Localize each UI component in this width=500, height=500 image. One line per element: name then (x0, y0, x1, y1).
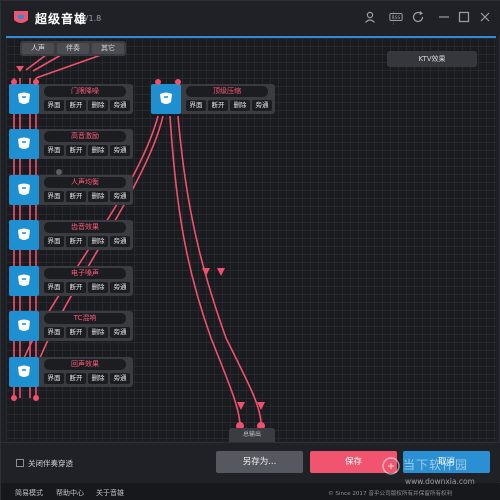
node-delete-button[interactable]: 删除 (88, 373, 108, 384)
close-icon[interactable] (478, 10, 492, 24)
node-delete-button[interactable]: 删除 (88, 236, 108, 247)
input-other[interactable]: 其它 (92, 43, 124, 54)
node-disconnect-button[interactable]: 断开 (66, 191, 86, 202)
node-disconnect-button[interactable]: 断开 (208, 100, 228, 111)
node-ui-button[interactable]: 界面 (44, 236, 64, 247)
save-as-button[interactable]: 另存为... (216, 451, 303, 473)
node-delete-button[interactable]: 删除 (88, 282, 108, 293)
bottom-bar: 关闭伴奏穿透 另存为... 保存 取消 (1, 442, 500, 482)
about-link[interactable]: 关于音雄 (96, 488, 124, 498)
effect-icon (9, 129, 39, 159)
node-bypass-button[interactable]: 旁通 (110, 100, 130, 111)
node-delete-button[interactable]: 删除 (88, 145, 108, 156)
master-output[interactable]: 总输出 (229, 428, 275, 442)
effect-icon (9, 84, 39, 114)
svg-text:RSS: RSS (392, 15, 401, 21)
ktv-effect-button[interactable]: KTV效果 (387, 51, 477, 67)
node-output-port[interactable] (11, 395, 17, 401)
app-window: 超级音雄 V1.8 RSS 人声 伴奏 其它 KTV效果 门限降噪 界面 断开 … (0, 0, 500, 500)
node-bypass-button[interactable]: 旁通 (110, 373, 130, 384)
node-title: 顶级压缩 (186, 86, 268, 97)
node-ui-button[interactable]: 界面 (44, 327, 64, 338)
effect-node-tc-reverb[interactable]: TC混响 界面 断开 删除 旁通 (9, 311, 133, 341)
accompaniment-passthrough-checkbox[interactable] (16, 459, 24, 467)
app-title: 超级音雄 (35, 12, 88, 26)
node-ui-button[interactable]: 界面 (44, 373, 64, 384)
effect-icon (9, 311, 39, 341)
node-bypass-button[interactable]: 旁通 (110, 236, 130, 247)
effect-node-echo[interactable]: 回声效果 界面 断开 删除 旁通 (9, 357, 133, 387)
effect-icon (9, 220, 39, 250)
node-disconnect-button[interactable]: 断开 (66, 145, 86, 156)
node-ui-button[interactable]: 界面 (44, 191, 64, 202)
user-icon[interactable] (363, 10, 377, 24)
node-title: 齿音效果 (44, 222, 126, 233)
effect-node-noise-gate[interactable]: 门限降噪 界面 断开 删除 旁通 (9, 84, 133, 114)
effect-node-deesser[interactable]: 齿音效果 界面 断开 删除 旁通 (9, 220, 133, 250)
cancel-button[interactable]: 取消 (403, 451, 490, 473)
title-bar: 超级音雄 V1.8 RSS (1, 1, 500, 35)
maximize-icon[interactable] (457, 10, 471, 24)
node-delete-button[interactable]: 删除 (88, 327, 108, 338)
node-bypass-button[interactable]: 旁通 (110, 282, 130, 293)
app-version: V1.8 (83, 14, 102, 23)
simple-mode-link[interactable]: 简易模式 (15, 488, 43, 498)
effect-node-vocal-eq[interactable]: 人声均衡 界面 断开 删除 旁通 (9, 175, 133, 205)
node-output-port[interactable] (33, 395, 39, 401)
save-button[interactable]: 保存 (310, 451, 397, 473)
node-title: 人声均衡 (44, 177, 126, 188)
input-sources: 人声 伴奏 其它 (20, 41, 126, 56)
help-center-link[interactable]: 帮助中心 (56, 488, 84, 498)
effect-node-electronic-voice[interactable]: 电子嗓声 界面 断开 删除 旁通 (9, 266, 133, 296)
node-input-port[interactable] (11, 79, 17, 85)
effect-icon (151, 84, 181, 114)
effect-icon (9, 357, 39, 387)
node-ui-button[interactable]: 界面 (186, 100, 206, 111)
node-title: 高音激励 (44, 131, 126, 142)
input-accompaniment[interactable]: 伴奏 (57, 43, 89, 54)
minimize-icon[interactable] (437, 10, 451, 24)
node-delete-button[interactable]: 删除 (88, 100, 108, 111)
node-disconnect-button[interactable]: 断开 (66, 100, 86, 111)
node-title: 门限降噪 (44, 86, 126, 97)
refresh-icon[interactable] (411, 10, 425, 24)
node-disconnect-button[interactable]: 断开 (66, 327, 86, 338)
footer: 简易模式 帮助中心 关于音雄 © Since 2017 音乎公司版权所有并保留所… (1, 483, 500, 500)
node-title: 电子嗓声 (44, 268, 126, 279)
effect-icon (9, 266, 39, 296)
node-bypass-button[interactable]: 旁通 (110, 327, 130, 338)
node-bypass-button[interactable]: 旁通 (252, 100, 272, 111)
node-bypass-button[interactable]: 旁通 (110, 191, 130, 202)
node-title: TC混响 (44, 313, 126, 324)
node-ui-button[interactable]: 界面 (44, 282, 64, 293)
node-disconnect-button[interactable]: 断开 (66, 282, 86, 293)
node-ui-button[interactable]: 界面 (44, 145, 64, 156)
node-title: 回声效果 (44, 359, 126, 370)
effect-node-exciter[interactable]: 高音激励 界面 断开 删除 旁通 (9, 129, 133, 159)
node-delete-button[interactable]: 删除 (230, 100, 250, 111)
node-input-port[interactable] (33, 79, 39, 85)
node-delete-button[interactable]: 删除 (88, 191, 108, 202)
effect-canvas[interactable]: 人声 伴奏 其它 KTV效果 门限降噪 界面 断开 删除 旁通 高音激励 界面 … (6, 36, 496, 442)
node-bypass-button[interactable]: 旁通 (110, 145, 130, 156)
effect-node-compressor[interactable]: 顶级压缩 界面 断开 删除 旁通 (151, 84, 275, 114)
app-logo-icon (14, 11, 28, 23)
checkbox-label: 关闭伴奏穿透 (28, 459, 73, 468)
node-ui-button[interactable]: 界面 (44, 100, 64, 111)
rss-icon[interactable]: RSS (388, 10, 404, 24)
node-disconnect-button[interactable]: 断开 (66, 236, 86, 247)
input-vocal[interactable]: 人声 (22, 43, 54, 54)
node-input-port[interactable] (175, 79, 181, 85)
node-disconnect-button[interactable]: 断开 (66, 373, 86, 384)
effect-icon (9, 175, 39, 205)
copyright-text: © Since 2017 音乎公司版权所有并保留所有权利 (328, 491, 453, 497)
node-input-port[interactable] (155, 79, 161, 85)
